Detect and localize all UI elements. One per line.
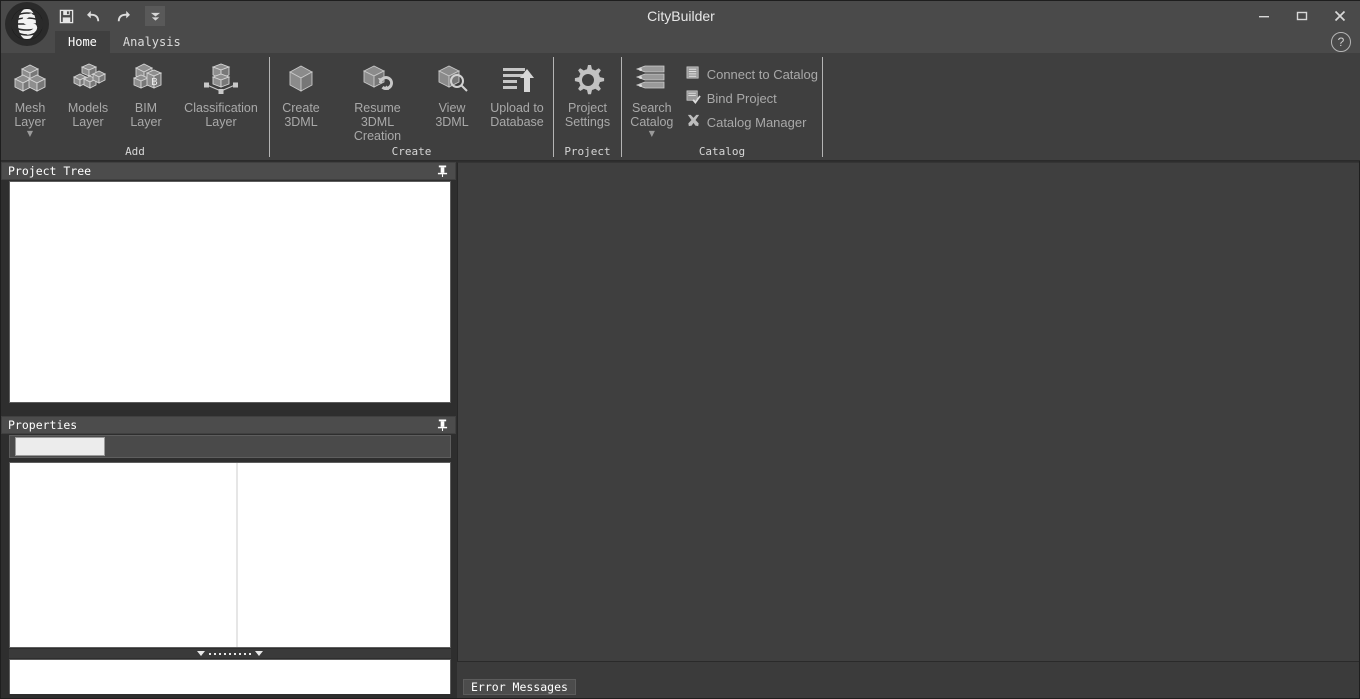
- bottom-dock: Error Messages: [457, 661, 1359, 698]
- project-settings-button[interactable]: Project Settings: [556, 57, 620, 129]
- ribbon-group-add: Mesh Layer ▼ Models Layer B BIM Layer Cl…: [1, 53, 269, 161]
- search-catalog-label: Search Catalog: [630, 101, 674, 129]
- maximize-button[interactable]: [1283, 1, 1321, 31]
- create-3dml-label: Create 3DML: [282, 101, 320, 129]
- ribbon-group-create-label: Create: [391, 145, 432, 158]
- ribbon-group-add-label: Add: [125, 145, 145, 158]
- app-logo-icon[interactable]: [5, 2, 49, 46]
- chevron-down-icon[interactable]: ▼: [649, 130, 655, 138]
- models-layer-button[interactable]: Models Layer: [59, 57, 117, 129]
- help-icon[interactable]: ?: [1331, 32, 1351, 52]
- mesh-cubes-icon: [12, 61, 48, 99]
- cube-magnifier-icon: [434, 61, 470, 99]
- resume-3dml-creation-button[interactable]: Resume 3DML Creation: [332, 57, 423, 143]
- catalog-small-buttons: Connect to Catalog Bind Project Catalog …: [682, 57, 822, 133]
- properties-detail-box[interactable]: [9, 659, 451, 697]
- 3d-viewport[interactable]: [457, 162, 1359, 661]
- ribbon-group-project-label: Project: [564, 145, 611, 158]
- properties-header: Properties: [1, 416, 456, 434]
- catalog-manager-label: Catalog Manager: [706, 114, 807, 130]
- left-dock-filler: [1, 694, 456, 698]
- customize-qat-button[interactable]: [145, 6, 165, 26]
- title-bar: CityBuilder: [1, 1, 1360, 31]
- bim-layer-label: BIM Layer: [130, 101, 162, 129]
- ribbon-tab-strip: Home Analysis ?: [1, 31, 1360, 53]
- gear-icon: [571, 61, 605, 99]
- horizontal-splitter[interactable]: [9, 649, 451, 658]
- bottom-dock-tabs: Error Messages: [463, 679, 576, 695]
- connect-to-catalog-button[interactable]: Connect to Catalog: [682, 63, 822, 85]
- ribbon-group-create: Create 3DML Resume 3DML Creation View 3D…: [270, 53, 553, 161]
- mesh-layer-button[interactable]: Mesh Layer ▼: [1, 57, 59, 138]
- project-tree-title: Project Tree: [8, 164, 92, 178]
- resume-3dml-creation-label: Resume 3DML Creation: [353, 101, 402, 143]
- ribbon-tabs: Home Analysis: [55, 31, 194, 53]
- project-settings-label: Project Settings: [564, 101, 611, 129]
- cube-icon: [284, 61, 318, 99]
- application-window: CityBuilder Home Analysis ? Mesh Layer ▼…: [0, 0, 1360, 699]
- classification-layer-label: Classification Layer: [184, 101, 258, 129]
- project-tree-content[interactable]: [9, 181, 451, 403]
- undo-button[interactable]: [81, 4, 107, 28]
- server-search-icon: [634, 61, 670, 99]
- triangle-collapse-icon[interactable]: [255, 651, 263, 656]
- properties-toolbar: [9, 435, 451, 458]
- svg-text:B: B: [151, 77, 158, 88]
- upload-to-database-label: Upload to Database: [490, 101, 544, 129]
- view-3dml-button[interactable]: View 3DML: [423, 57, 481, 129]
- bind-project-label: Bind Project: [706, 90, 777, 106]
- view-3dml-label: View 3DML: [435, 101, 469, 129]
- tab-home[interactable]: Home: [55, 31, 110, 53]
- save-button[interactable]: [53, 4, 79, 28]
- properties-filter-input[interactable]: [15, 437, 105, 456]
- close-button[interactable]: [1321, 1, 1359, 31]
- connect-to-catalog-label: Connect to Catalog: [706, 66, 818, 82]
- mesh-layer-label: Mesh Layer: [14, 101, 46, 129]
- properties-title: Properties: [8, 418, 78, 432]
- models-cubes-icon: [70, 61, 106, 99]
- ribbon-group-project: Project Settings Project: [554, 53, 621, 161]
- minimize-button[interactable]: [1245, 1, 1283, 31]
- ribbon-separator: [822, 57, 823, 157]
- database-connect-icon: [686, 65, 701, 84]
- bim-layer-button[interactable]: B BIM Layer: [117, 57, 175, 129]
- bind-project-button[interactable]: Bind Project: [682, 87, 822, 109]
- ribbon-group-catalog-label: Catalog: [698, 145, 746, 158]
- tab-analysis[interactable]: Analysis: [110, 31, 194, 53]
- redo-button[interactable]: [109, 4, 135, 28]
- project-tree-header: Project Tree: [1, 162, 456, 180]
- ribbon-group-catalog: Search Catalog ▼ Connect to Catalog Bind…: [622, 53, 822, 161]
- catalog-manager-button[interactable]: Catalog Manager: [682, 111, 822, 133]
- bim-cube-icon: B: [128, 61, 164, 99]
- properties-column-splitter[interactable]: [236, 463, 238, 647]
- left-dock: Project Tree Properties: [1, 162, 456, 698]
- pin-icon[interactable]: [435, 418, 449, 432]
- pin-icon[interactable]: [435, 164, 449, 178]
- window-controls: [1245, 1, 1359, 31]
- ribbon: Mesh Layer ▼ Models Layer B BIM Layer Cl…: [1, 53, 1360, 161]
- models-layer-label: Models Layer: [67, 101, 109, 129]
- tab-error-messages[interactable]: Error Messages: [463, 679, 576, 695]
- quick-access-toolbar: [53, 3, 165, 29]
- window-title: CityBuilder: [647, 8, 715, 24]
- properties-grid[interactable]: [9, 462, 451, 648]
- tools-cross-icon: [686, 113, 701, 132]
- classification-cube-icon: [200, 61, 242, 99]
- upload-to-database-button[interactable]: Upload to Database: [481, 57, 553, 129]
- bind-check-icon: [686, 89, 701, 108]
- properties-header-wrap: Properties: [1, 416, 456, 434]
- cube-refresh-icon: [359, 61, 397, 99]
- classification-layer-button[interactable]: Classification Layer: [175, 57, 267, 129]
- chevron-down-icon[interactable]: ▼: [27, 130, 33, 138]
- search-catalog-button[interactable]: Search Catalog ▼: [622, 57, 682, 138]
- create-3dml-button[interactable]: Create 3DML: [270, 57, 332, 129]
- splitter-grip: [209, 652, 251, 655]
- upload-lines-icon: [500, 61, 534, 99]
- triangle-collapse-icon[interactable]: [197, 651, 205, 656]
